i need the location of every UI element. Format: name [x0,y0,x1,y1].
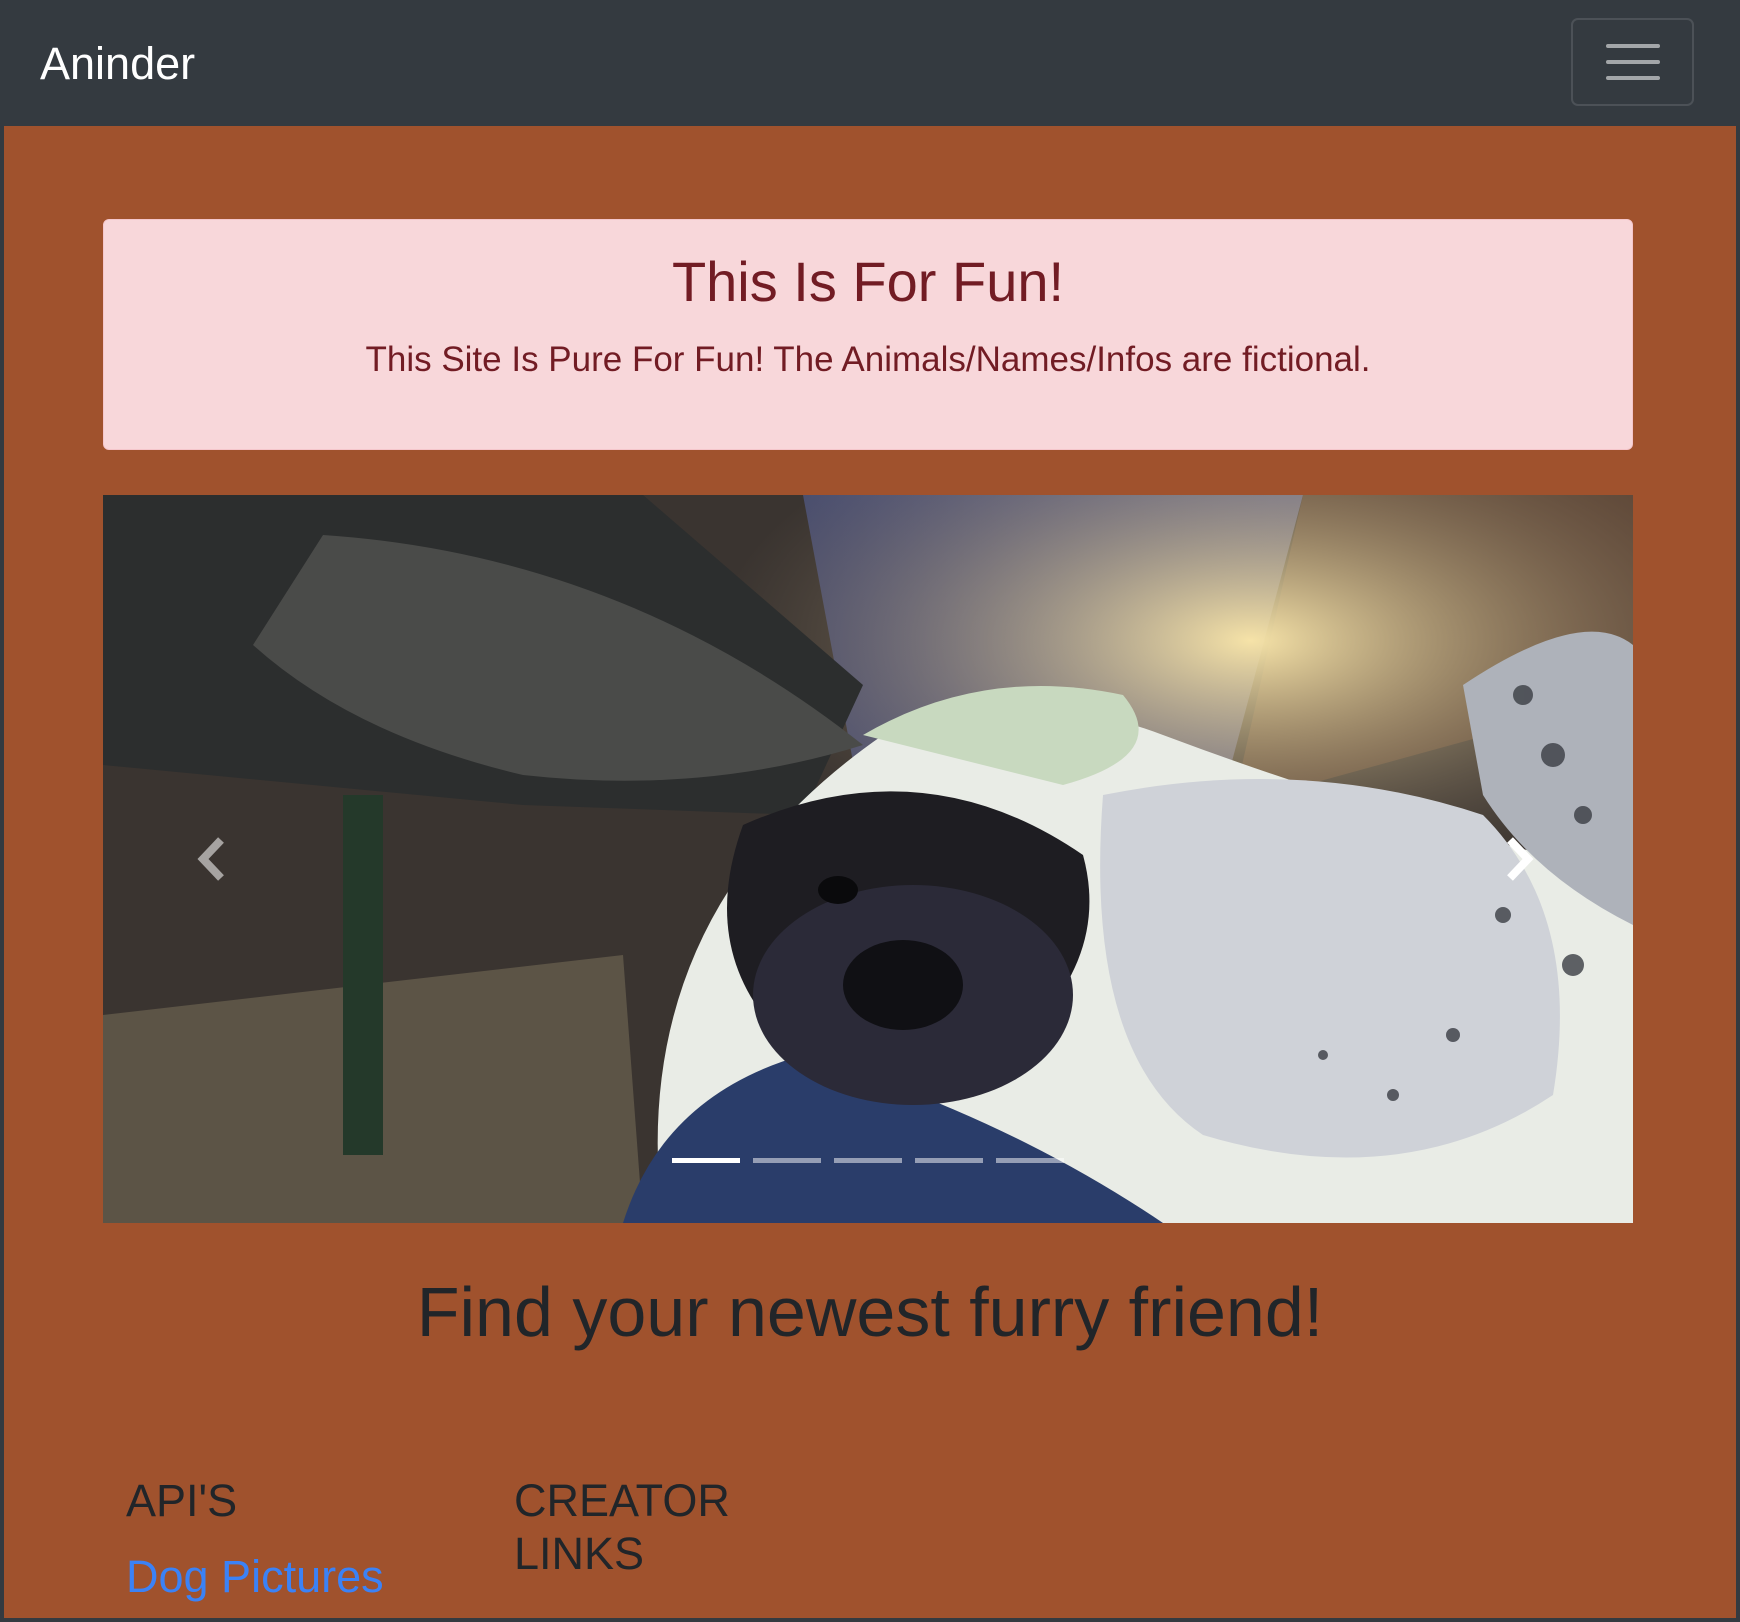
tagline-heading: Find your newest furry friend! [416,1273,1324,1351]
image-carousel[interactable] [103,495,1633,1223]
brand-link[interactable]: Aninder [40,36,195,92]
apis-heading: API'S [126,1475,238,1526]
chevron-left-icon [197,837,224,881]
navbar-toggle-button[interactable] [1571,18,1694,106]
footer-apis: API'S Dog Pictures [126,1474,446,1603]
carousel-indicator-2[interactable] [753,1158,821,1163]
navbar: Aninder [4,0,1736,126]
hamburger-icon [1605,44,1660,48]
carousel-indicator-1[interactable] [672,1158,740,1163]
carousel-indicator-5[interactable] [996,1158,1064,1163]
carousel-prev-button[interactable] [163,809,263,909]
hamburger-icon-line [1605,60,1660,64]
alert-message: This Site Is Pure For Fun! The Animals/N… [365,340,1371,379]
carousel-indicator-3[interactable] [834,1158,902,1163]
fun-alert: This Is For Fun! This Site Is Pure For F… [103,219,1633,450]
hamburger-icon-line [1605,76,1660,80]
chevron-right-icon [1507,837,1534,881]
dog-pictures-link[interactable]: Dog Pictures [126,1551,446,1603]
carousel-next-button[interactable] [1468,809,1568,909]
creator-links-heading: CREATOR LINKS [514,1475,730,1579]
carousel-indicator-4[interactable] [915,1158,983,1163]
page: Aninder This Is For Fun! This Site Is Pu… [4,0,1736,1618]
footer-creator-links: CREATOR LINKS [514,1474,774,1580]
alert-title: This Is For Fun! [671,250,1065,313]
carousel-indicators [103,1158,1633,1163]
dog-photo [103,495,1633,1223]
